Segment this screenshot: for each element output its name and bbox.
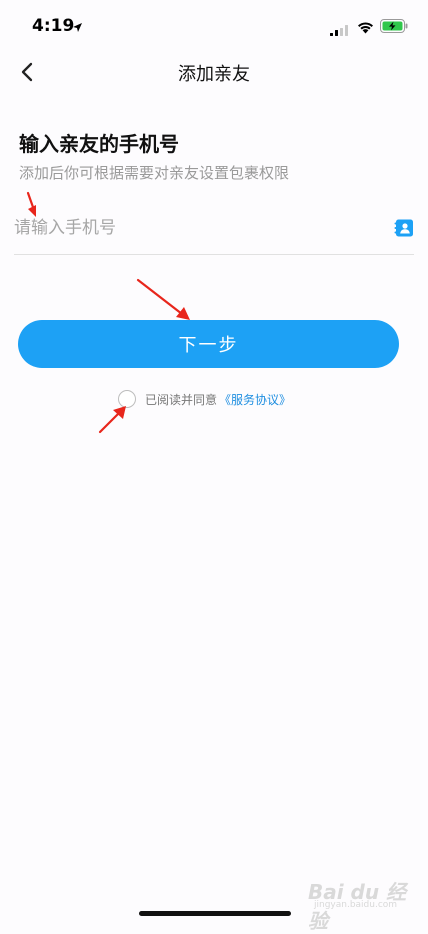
- page-title: 添加亲友: [178, 64, 250, 85]
- service-agreement-link[interactable]: 《服务协议》: [219, 391, 291, 408]
- phone-field: [14, 206, 414, 255]
- cellular-signal-icon: [330, 21, 348, 40]
- status-bar: 4:19: [0, 0, 428, 54]
- agreement-row: 已阅读并同意 《服务协议》: [118, 389, 291, 409]
- contact-book-icon[interactable]: [394, 218, 414, 242]
- nav-bar: 添加亲友: [0, 50, 428, 94]
- arrow-to-agree-checkbox: [98, 406, 126, 434]
- form-heading: 输入亲友的手机号: [19, 132, 179, 156]
- baidu-watermark: Bai du 经验 jingyan.baidu.com: [308, 876, 408, 933]
- form-subheading: 添加后你可根据需要对亲友设置包裹权限: [19, 164, 290, 182]
- wifi-icon: [357, 19, 374, 38]
- watermark-url: jingyan.baidu.com: [314, 900, 398, 910]
- next-button[interactable]: 下一步: [18, 320, 399, 368]
- agree-checkbox[interactable]: [118, 390, 136, 408]
- battery-charging-icon: [380, 18, 408, 37]
- home-indicator[interactable]: [139, 911, 291, 916]
- agree-text: 已阅读并同意: [145, 392, 218, 407]
- phone-input[interactable]: [14, 206, 374, 250]
- arrow-to-next-button: [136, 278, 190, 320]
- status-time: 4:19: [32, 16, 75, 36]
- location-arrow-icon: [72, 18, 83, 37]
